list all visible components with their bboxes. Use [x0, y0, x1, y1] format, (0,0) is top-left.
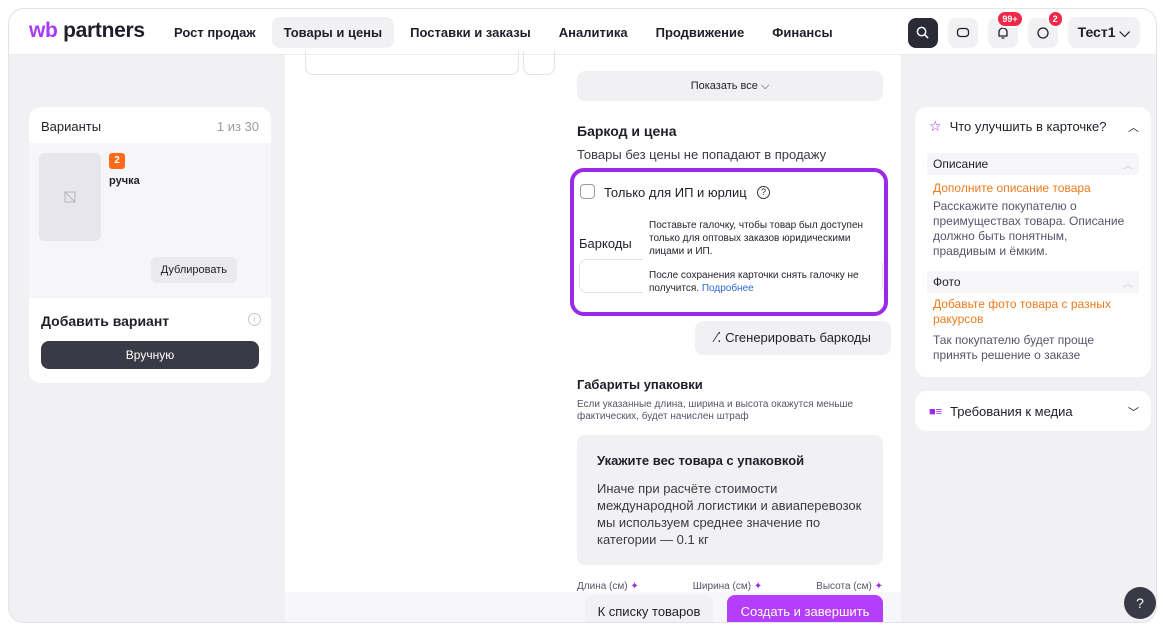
sparkle-icon: ✦: [630, 581, 639, 592]
nav-analytics[interactable]: Аналитика: [547, 17, 640, 48]
notifications-badge: 99+: [996, 9, 1024, 28]
add-variant-title: Добавить вариант: [41, 313, 170, 329]
messages-icon[interactable]: 2: [1027, 9, 1064, 48]
variants-count: 1 из 30: [216, 119, 259, 134]
variants-header: Варианты 1 из 30: [29, 107, 271, 146]
height-label: Высота (см) ✦: [816, 581, 883, 592]
photo-text: Так покупателю будет проще принять решен…: [933, 333, 1095, 362]
chevron-up-icon: ︿: [1123, 161, 1133, 172]
info-icon[interactable]: i: [248, 313, 261, 326]
dimensions-title: Габариты упаковки: [577, 377, 703, 392]
barcode-section-title: Баркод и цена: [577, 123, 677, 139]
improve-header[interactable]: ☆ Что улучшить в карточке?: [929, 118, 1106, 135]
text-input[interactable]: [305, 51, 519, 75]
duplicate-button[interactable]: Дублировать: [150, 257, 237, 283]
dimensions-subtitle: Если указанные длина, ширина и высота ок…: [577, 399, 854, 422]
weight-notice: Укажите вес товара с упаковкой Иначе при…: [577, 435, 883, 565]
header-actions: 99+ 2 Тест1 ⌵: [907, 9, 1140, 48]
variants-title: Варианты: [41, 119, 102, 134]
back-to-list-button[interactable]: К списку товаров: [585, 595, 713, 622]
logo[interactable]: wb partners: [29, 19, 145, 43]
sparkle-icon: ✦: [874, 581, 883, 592]
chevron-up-icon: ︿: [1123, 279, 1133, 290]
chat-icon[interactable]: [947, 17, 978, 48]
media-requirements[interactable]: ■≡ Требования к медиа ﹀: [915, 391, 1151, 431]
weight-title: Укажите вес товара с упаковкой: [597, 453, 805, 468]
sparkle-icon: ✦: [753, 581, 763, 592]
user-menu[interactable]: Тест1 ⌵: [1067, 17, 1140, 48]
photo-link[interactable]: Добавьте фото товара с разных ракурсов: [933, 297, 1133, 327]
length-label: Длина (см) ✦: [577, 581, 639, 592]
nav-supplies[interactable]: Поставки и заказы: [398, 17, 543, 48]
variant-name: ручка: [109, 175, 140, 187]
description-text: Расскажите покупателю о преимуществах то…: [933, 199, 1125, 258]
width-label: Ширина (см) ✦: [692, 581, 763, 592]
magic-wand-icon: ⁄⁚: [715, 330, 722, 345]
chevron-down-icon: ⌵: [760, 80, 770, 92]
variants-panel: Варианты 1 из 30 2 ручка Дублировать Доб…: [29, 107, 271, 383]
nav-growth[interactable]: Рост продаж: [162, 17, 268, 48]
media-icon: ■≡: [929, 405, 943, 418]
weight-text: Иначе при расчёте стоимости международно…: [597, 481, 862, 547]
show-all-button[interactable]: Показать все ⌵: [577, 71, 883, 101]
messages-badge: 2: [1046, 9, 1064, 28]
variant-badge: 2: [109, 153, 125, 169]
help-circle-icon[interactable]: ?: [757, 186, 770, 199]
improve-panel: ☆ Что улучшить в карточке? ︿ Описание ︿ До…: [915, 107, 1151, 377]
create-button[interactable]: Создать и завершить: [727, 595, 883, 622]
nav-products[interactable]: Товары и цены: [271, 17, 395, 48]
bell-icon[interactable]: 99+: [987, 9, 1024, 48]
barcode-section-subtitle: Товары без цены не попадают в продажу: [577, 147, 827, 162]
nav-finance[interactable]: Финансы: [760, 17, 844, 48]
generate-barcodes-button[interactable]: ⁄⁚ Сгенерировать баркоды: [695, 321, 891, 355]
chevron-down-icon: ﹀: [1128, 407, 1139, 419]
dimensions-row: Длина (см) ✦ Ширина (см) ✦ Высота (см) ✦: [577, 581, 883, 592]
section-description[interactable]: Описание ︿: [927, 153, 1139, 175]
wholesale-checkbox-label[interactable]: Только для ИП и юрлиц: [604, 185, 747, 200]
input-addon[interactable]: [523, 51, 555, 75]
manual-button[interactable]: Вручную: [41, 341, 259, 369]
description-link[interactable]: Дополните описание товара: [933, 181, 1133, 196]
main-nav: Рост продаж Товары и цены Поставки и зак…: [162, 17, 845, 48]
nav-promotion[interactable]: Продвижение: [644, 17, 757, 48]
section-photo[interactable]: Фото ︿: [927, 271, 1139, 293]
app-window: wb partners Рост продаж Товары и цены По…: [8, 8, 1157, 623]
media-label: ■≡ Требования к медиа: [929, 404, 1073, 419]
chevron-up-icon[interactable]: ︿: [1128, 119, 1139, 135]
product-form: Показать все ⌵ Баркод и цена Товары без …: [285, 51, 901, 622]
help-button[interactable]: ?: [1124, 587, 1156, 619]
image-placeholder-icon: [39, 153, 101, 241]
chevron-down-icon: ⌵: [1119, 24, 1130, 40]
star-icon: ☆: [929, 118, 942, 134]
wholesale-checkbox[interactable]: [580, 184, 595, 199]
top-header: wb partners Рост продаж Товары и цены По…: [9, 9, 1156, 55]
search-icon[interactable]: [907, 17, 938, 48]
variant-card[interactable]: 2 ручка Дублировать: [29, 143, 271, 298]
